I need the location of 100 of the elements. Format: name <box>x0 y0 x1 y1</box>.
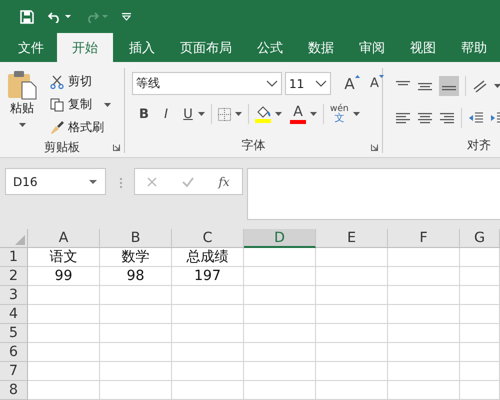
empty-cell <box>100 343 172 362</box>
paste-button[interactable]: 粘贴 <box>0 68 44 139</box>
empty-cell <box>244 324 316 343</box>
align-left-icon[interactable] <box>395 112 411 124</box>
row-header[interactable]: 4 <box>0 305 28 324</box>
middle-align-icon[interactable] <box>417 80 433 92</box>
up-triangle-icon <box>354 74 360 78</box>
dialog-launcher-icon[interactable] <box>113 144 120 151</box>
caret-icon[interactable] <box>198 112 205 116</box>
column-header[interactable]: D <box>244 229 316 248</box>
row-header[interactable]: 8 <box>0 381 28 400</box>
format-painter-button[interactable]: 格式刷 <box>50 116 111 139</box>
customize-icon[interactable] <box>122 12 131 21</box>
dialog-launcher-icon[interactable] <box>371 144 378 151</box>
empty-cell <box>388 343 460 362</box>
empty-cell <box>316 381 388 400</box>
caret-icon[interactable] <box>104 102 111 106</box>
corner-triangle-icon <box>15 235 25 245</box>
brush-icon <box>50 120 64 134</box>
table-cell: 99 <box>28 267 100 286</box>
underline-button[interactable]: U <box>178 103 198 125</box>
chevron-down-icon <box>315 80 327 87</box>
ribbon-tab[interactable]: 文件 <box>6 33 56 62</box>
ribbon-tab[interactable]: 开始 <box>57 33 113 62</box>
column-header[interactable]: B <box>100 229 172 248</box>
row-header[interactable]: 2 <box>0 267 28 286</box>
copy-button[interactable]: 复制 <box>50 93 111 116</box>
copy-icon <box>50 98 64 112</box>
italic-button[interactable]: I <box>156 103 176 125</box>
cut-button[interactable]: 剪切 <box>50 70 111 93</box>
borders-icon[interactable] <box>218 108 231 120</box>
save-icon[interactable] <box>20 10 34 24</box>
shrink-font-button[interactable]: A <box>367 72 387 94</box>
angled-text-icon[interactable] <box>472 79 488 93</box>
caret-icon[interactable] <box>494 84 500 88</box>
empty-cell <box>460 248 500 267</box>
empty-cell <box>316 286 388 305</box>
ribbon-tab[interactable]: 页面布局 <box>168 33 244 62</box>
empty-cell <box>316 362 388 381</box>
caret-icon[interactable] <box>235 112 242 116</box>
ribbon-tab[interactable]: 插入 <box>117 33 167 62</box>
empty-cell <box>244 343 316 362</box>
table-cell: 语文 <box>28 248 100 267</box>
bottom-align-button[interactable] <box>439 76 459 96</box>
empty-cell <box>316 248 388 267</box>
empty-cell <box>460 267 500 286</box>
empty-cell <box>172 286 244 305</box>
row-header[interactable]: 3 <box>0 286 28 305</box>
empty-cell <box>388 286 460 305</box>
undo-icon[interactable] <box>48 10 62 23</box>
row-header[interactable]: 1 <box>0 248 28 267</box>
formula-input[interactable] <box>247 168 500 220</box>
decrease-indent-icon[interactable] <box>468 112 484 124</box>
ribbon-tab[interactable]: 数据 <box>296 33 346 62</box>
empty-cell <box>172 305 244 324</box>
table-cell: 总成绩 <box>172 248 244 267</box>
empty-cell <box>244 381 316 400</box>
drag-handle-icon[interactable] <box>120 178 122 188</box>
font-size-dropdown[interactable]: 11 <box>285 72 331 95</box>
align-right-icon[interactable] <box>439 112 455 124</box>
fill-color-button[interactable] <box>255 106 271 122</box>
caret-icon[interactable] <box>65 15 71 18</box>
scissors-icon <box>50 74 64 88</box>
ribbon-tab[interactable]: 审阅 <box>347 33 397 62</box>
row-header[interactable]: 7 <box>0 362 28 381</box>
phonetic-guide-button[interactable]: wén 文 <box>330 104 349 124</box>
name-box[interactable]: D16 <box>5 168 106 195</box>
checkmark-icon[interactable] <box>182 176 194 186</box>
empty-cell <box>460 343 500 362</box>
empty-cell <box>172 381 244 400</box>
align-center-icon[interactable] <box>417 112 433 124</box>
caret-icon[interactable] <box>275 112 282 116</box>
column-header[interactable]: G <box>460 229 500 248</box>
caret-icon[interactable] <box>18 123 26 127</box>
column-header[interactable]: E <box>316 229 388 248</box>
ribbon-tab[interactable]: 视图 <box>398 33 448 62</box>
empty-cell <box>244 305 316 324</box>
row-header[interactable]: 5 <box>0 324 28 343</box>
insert-function-button[interactable]: fx <box>218 174 230 188</box>
font-color-button[interactable]: A <box>290 104 306 124</box>
empty-cell <box>244 362 316 381</box>
empty-cell <box>316 267 388 286</box>
ribbon-tab[interactable]: 帮助 <box>449 33 499 62</box>
ribbon-tab[interactable]: 公式 <box>245 33 295 62</box>
caret-icon[interactable] <box>352 112 360 116</box>
row-header[interactable]: 6 <box>0 343 28 362</box>
bold-button[interactable]: B <box>134 103 154 125</box>
empty-cell <box>100 362 172 381</box>
caret-icon <box>89 180 97 184</box>
table-cell: 数学 <box>100 248 172 267</box>
column-header[interactable]: F <box>388 229 460 248</box>
column-header[interactable]: A <box>28 229 100 248</box>
chevron-down-icon <box>266 80 278 87</box>
increase-indent-icon[interactable] <box>490 112 500 124</box>
empty-cell <box>100 381 172 400</box>
font-name-dropdown[interactable]: 等线 <box>132 72 282 95</box>
column-header[interactable]: C <box>172 229 244 248</box>
grow-font-button[interactable]: A <box>342 72 362 94</box>
caret-icon[interactable] <box>310 112 317 116</box>
empty-cell <box>172 343 244 362</box>
